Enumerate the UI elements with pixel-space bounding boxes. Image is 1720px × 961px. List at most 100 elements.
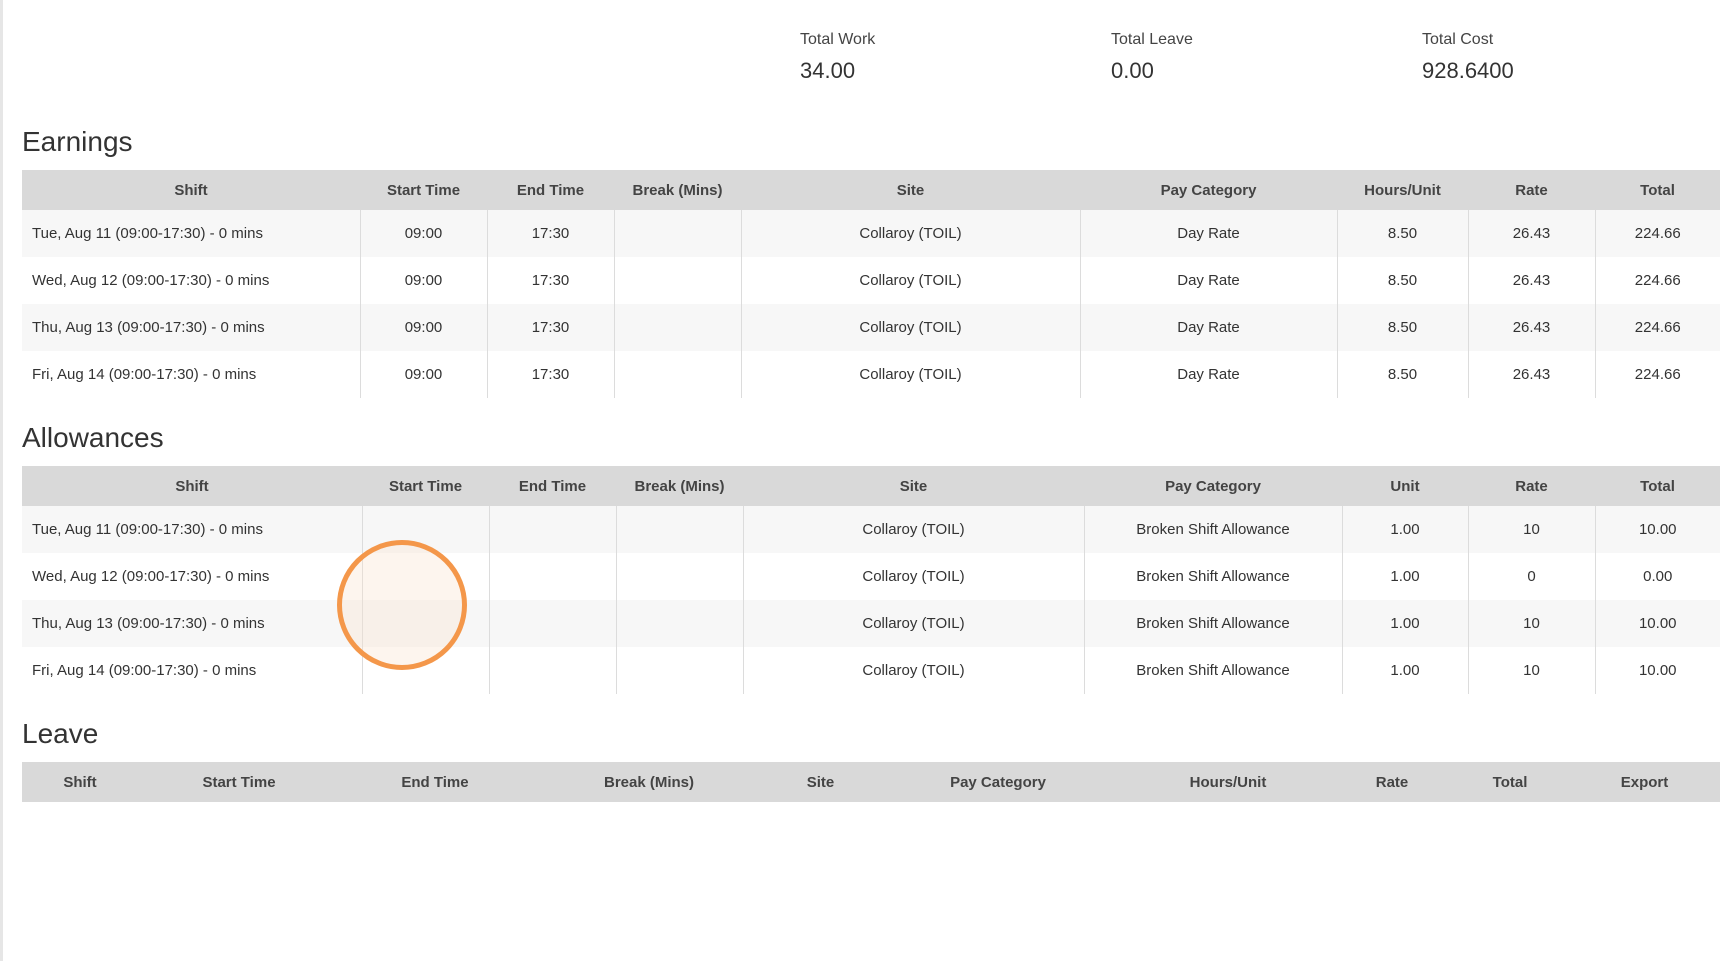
allowances-cell-rate: 0: [1467, 553, 1595, 600]
allowances-cell-total: 0.00: [1594, 553, 1720, 600]
earnings-cell-end-time: 17:30: [486, 257, 614, 304]
total-leave-value: 0.00: [1111, 58, 1154, 83]
total-work-label: Total Work: [800, 31, 876, 48]
allowances-table: Shift Start Time End Time Break (Mins) Site P…: [22, 466, 1720, 694]
table-row: Wed, Aug 12 (09:00-17:30) - 0 mins 09:00 1…: [22, 257, 1720, 304]
earnings-cell-rate: 26.43: [1467, 304, 1595, 351]
allowances-cell-break-mins: [615, 600, 743, 647]
allowances-body: Tue, Aug 11 (09:00-17:30) - 0 mins Collar…: [22, 506, 1720, 694]
earnings-cell-start-time: 09:00: [359, 351, 487, 398]
allowances-cell-unit: 1.00: [1341, 553, 1468, 600]
earnings-cell-pay-category: Day Rate: [1079, 304, 1337, 351]
allowances-cell-site: Collaroy (TOIL): [742, 506, 1084, 553]
allowances-cell-unit: 1.00: [1341, 506, 1468, 553]
total-leave: Total Leave 0.00: [1111, 30, 1193, 84]
total-work: Total Work 34.00: [800, 30, 875, 84]
allowances-cell-shift: Wed, Aug 12 (09:00-17:30) - 0 mins: [22, 553, 362, 600]
totals-summary: Total Work 34.00 Total Leave 0.00 Total …: [0, 30, 1720, 100]
earnings-col-rate: Rate: [1468, 170, 1595, 210]
earnings-cell-hours-unit: 8.50: [1336, 351, 1468, 398]
allowances-header-row: Shift Start Time End Time Break (Mins) Site P…: [22, 466, 1720, 506]
allowances-cell-end-time: [488, 553, 616, 600]
total-leave-label: Total Leave: [1111, 31, 1193, 48]
earnings-cell-shift: Fri, Aug 14 (09:00-17:30) - 0 mins: [22, 351, 360, 398]
earnings-body: Tue, Aug 11 (09:00-17:30) - 0 mins 09:00 1…: [22, 210, 1720, 398]
allowances-col-site: Site: [743, 466, 1084, 506]
allowances-cell-pay-category: Broken Shift Allowance: [1083, 553, 1342, 600]
table-row: Thu, Aug 13 (09:00-17:30) - 0 mins 09:00 1…: [22, 304, 1720, 351]
earnings-cell-hours-unit: 8.50: [1336, 257, 1468, 304]
leave-col-hours-unit: Hours/Unit: [1123, 762, 1333, 802]
earnings-col-break-mins: Break (Mins): [614, 170, 741, 210]
table-row: Tue, Aug 11 (09:00-17:30) - 0 mins 09:00 1…: [22, 210, 1720, 257]
earnings-cell-site: Collaroy (TOIL): [740, 210, 1080, 257]
allowances-cell-break-mins: [615, 553, 743, 600]
allowances-cell-rate: 10: [1467, 647, 1595, 694]
leave-col-rate: Rate: [1333, 762, 1451, 802]
total-cost: Total Cost 928.6400: [1422, 30, 1514, 84]
click-indicator: [337, 540, 467, 670]
earnings-col-end-time: End Time: [487, 170, 614, 210]
earnings-cell-site: Collaroy (TOIL): [740, 304, 1080, 351]
allowances-col-shift: Shift: [22, 466, 362, 506]
allowances-col-pay-category: Pay Category: [1084, 466, 1342, 506]
leave-col-end-time: End Time: [340, 762, 530, 802]
allowances-col-unit: Unit: [1342, 466, 1468, 506]
earnings-cell-start-time: 09:00: [359, 304, 487, 351]
leave-table: Shift Start Time End Time Break (Mins) Site P…: [22, 762, 1720, 802]
earnings-header-row: Shift Start Time End Time Break (Mins) Site P…: [22, 170, 1720, 210]
allowances-cell-total: 10.00: [1594, 647, 1720, 694]
earnings-cell-rate: 26.43: [1467, 257, 1595, 304]
earnings-cell-end-time: 17:30: [486, 351, 614, 398]
leave-col-start-time: Start Time: [138, 762, 340, 802]
allowances-cell-pay-category: Broken Shift Allowance: [1083, 506, 1342, 553]
earnings-cell-break-mins: [613, 210, 741, 257]
allowances-cell-unit: 1.00: [1341, 600, 1468, 647]
earnings-cell-pay-category: Day Rate: [1079, 257, 1337, 304]
allowances-cell-break-mins: [615, 506, 743, 553]
earnings-cell-start-time: 09:00: [359, 257, 487, 304]
allowances-cell-rate: 10: [1467, 506, 1595, 553]
earnings-title: Earnings: [22, 126, 133, 157]
earnings-cell-pay-category: Day Rate: [1079, 351, 1337, 398]
allowances-col-rate: Rate: [1468, 466, 1595, 506]
earnings-cell-total: 224.66: [1594, 304, 1720, 351]
earnings-cell-site: Collaroy (TOIL): [740, 257, 1080, 304]
allowances-col-end-time: End Time: [489, 466, 616, 506]
allowances-title: Allowances: [22, 422, 164, 453]
earnings-col-pay-category: Pay Category: [1080, 170, 1337, 210]
allowances-cell-site: Collaroy (TOIL): [742, 647, 1084, 694]
earnings-cell-break-mins: [613, 351, 741, 398]
earnings-cell-shift: Thu, Aug 13 (09:00-17:30) - 0 mins: [22, 304, 360, 351]
leave-header-row: Shift Start Time End Time Break (Mins) Site P…: [22, 762, 1720, 802]
leave-col-total: Total: [1451, 762, 1569, 802]
earnings-cell-site: Collaroy (TOIL): [740, 351, 1080, 398]
earnings-cell-total: 224.66: [1594, 351, 1720, 398]
table-row: Thu, Aug 13 (09:00-17:30) - 0 mins Collar…: [22, 600, 1720, 647]
allowances-cell-end-time: [488, 506, 616, 553]
earnings-col-hours-unit: Hours/Unit: [1337, 170, 1468, 210]
leave-col-break-mins: Break (Mins): [530, 762, 768, 802]
table-row: Fri, Aug 14 (09:00-17:30) - 0 mins 09:00 1…: [22, 351, 1720, 398]
allowances-cell-site: Collaroy (TOIL): [742, 553, 1084, 600]
leave-col-pay-category: Pay Category: [873, 762, 1123, 802]
earnings-cell-shift: Wed, Aug 12 (09:00-17:30) - 0 mins: [22, 257, 360, 304]
allowances-cell-shift: Tue, Aug 11 (09:00-17:30) - 0 mins: [22, 506, 362, 553]
allowances-col-total: Total: [1595, 466, 1720, 506]
earnings-cell-rate: 26.43: [1467, 351, 1595, 398]
earnings-cell-total: 224.66: [1594, 210, 1720, 257]
left-border: [0, 0, 3, 961]
table-row: Tue, Aug 11 (09:00-17:30) - 0 mins Collar…: [22, 506, 1720, 553]
table-row: Fri, Aug 14 (09:00-17:30) - 0 mins Collar…: [22, 647, 1720, 694]
timesheet-page: Total Work 34.00 Total Leave 0.00 Total …: [0, 0, 1720, 961]
leave-col-site: Site: [768, 762, 873, 802]
earnings-cell-start-time: 09:00: [359, 210, 487, 257]
total-cost-value: 928.6400: [1422, 58, 1514, 83]
earnings-cell-end-time: 17:30: [486, 304, 614, 351]
leave-title: Leave: [22, 718, 99, 749]
allowances-cell-shift: Thu, Aug 13 (09:00-17:30) - 0 mins: [22, 600, 362, 647]
earnings-cell-rate: 26.43: [1467, 210, 1595, 257]
allowances-cell-end-time: [488, 647, 616, 694]
allowances-cell-total: 10.00: [1594, 600, 1720, 647]
earnings-cell-break-mins: [613, 257, 741, 304]
